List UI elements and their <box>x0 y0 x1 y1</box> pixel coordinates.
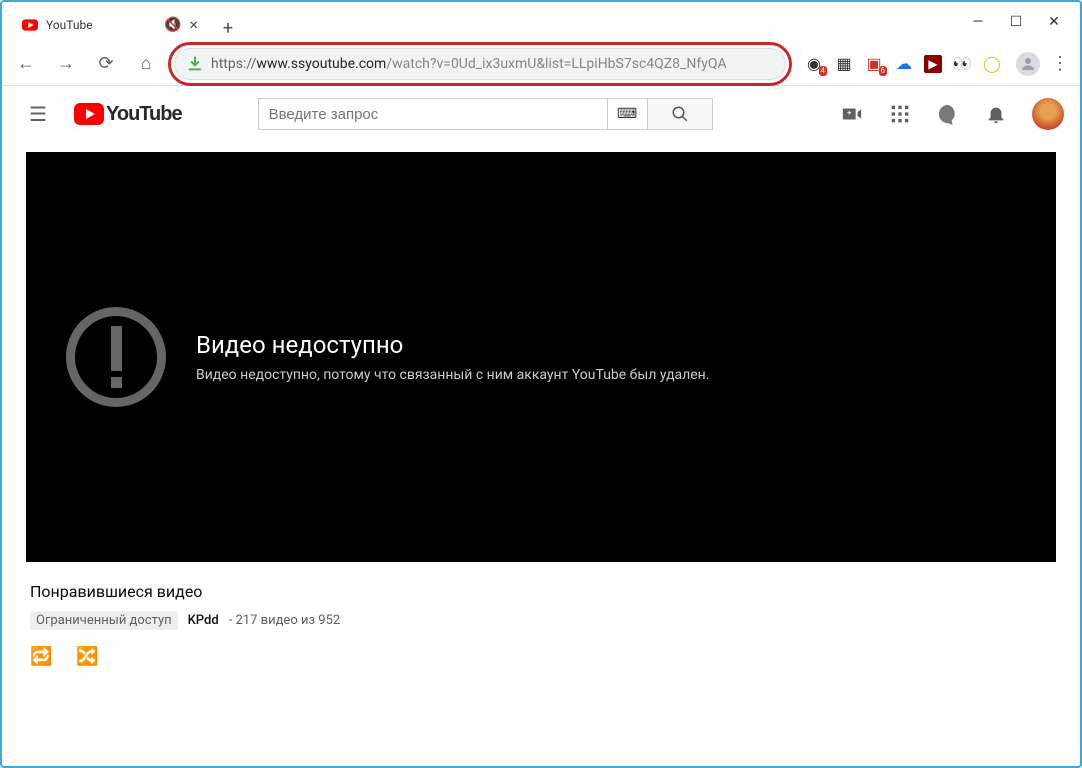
youtube-logo-text: YouTube <box>106 103 182 126</box>
search-form: ⌨ <box>258 98 713 130</box>
address-bar[interactable]: https://www.ssyoutube.com/watch?v=0Ud_ix… <box>174 48 786 80</box>
shuffle-icon[interactable]: 🔀 <box>76 646 98 667</box>
search-button[interactable] <box>648 98 713 130</box>
window-maximize-button[interactable]: ☐ <box>1006 12 1026 32</box>
hamburger-menu-icon[interactable]: ☰ <box>18 94 58 134</box>
extensions-row: ◉4 ▦ ▣6 ☁ ▶ 👀 ◯ <box>798 54 1008 74</box>
warning-icon <box>66 307 166 407</box>
search-input[interactable] <box>258 98 608 130</box>
mute-icon[interactable]: 🔇 <box>164 17 181 33</box>
extension-icon[interactable]: ▦ <box>834 54 854 74</box>
create-video-icon[interactable] <box>840 103 864 125</box>
tab-close-icon[interactable]: × <box>189 15 198 34</box>
window-minimize-button[interactable]: — <box>968 12 988 32</box>
browser-titlebar: YouTube 🔇 × + — ☐ ✕ <box>2 2 1080 42</box>
keyboard-icon[interactable]: ⌨ <box>608 98 648 130</box>
youtube-favicon-icon <box>22 17 38 33</box>
playlist-owner[interactable]: KPdd <box>188 613 219 628</box>
search-icon <box>671 105 689 123</box>
browser-tab[interactable]: YouTube 🔇 × <box>10 8 210 42</box>
apps-grid-icon[interactable] <box>888 104 912 124</box>
extension-icon[interactable]: 👀 <box>952 54 972 74</box>
playlist-title: Понравившиеся видео <box>30 582 1052 601</box>
error-title: Видео недоступно <box>196 331 709 359</box>
youtube-header: ☰ YouTube ⌨ <box>2 86 1080 142</box>
playlist-meta: Понравившиеся видео Ограниченный доступ … <box>26 562 1056 687</box>
error-message: Видео недоступно, потому что связанный с… <box>196 367 709 383</box>
browser-menu-button[interactable]: ⋮ <box>1048 53 1072 74</box>
download-arrow-icon <box>187 56 203 72</box>
reload-button[interactable]: ⟳ <box>90 48 122 80</box>
back-button[interactable]: ← <box>10 48 42 80</box>
extension-icon[interactable]: ▶ <box>924 55 942 73</box>
loop-icon[interactable]: 🔁 <box>30 646 52 667</box>
url-text: https://www.ssyoutube.com/watch?v=0Ud_ix… <box>211 56 727 72</box>
extension-icon[interactable]: ◯ <box>982 54 1002 74</box>
forward-button[interactable]: → <box>50 48 82 80</box>
home-button[interactable]: ⌂ <box>130 48 162 80</box>
messages-icon[interactable] <box>936 103 960 125</box>
video-player-error: Видео недоступно Видео недоступно, потом… <box>26 152 1056 562</box>
tab-title: YouTube <box>46 18 156 32</box>
youtube-logo-icon <box>74 103 104 125</box>
user-avatar[interactable] <box>1032 98 1064 130</box>
browser-toolbar: ← → ⟳ ⌂ https://www.ssyoutube.com/watch?… <box>2 42 1080 86</box>
extension-icon[interactable]: ▣6 <box>864 54 884 74</box>
notifications-bell-icon[interactable] <box>984 103 1008 125</box>
window-close-button[interactable]: ✕ <box>1044 12 1064 32</box>
extension-icon[interactable]: ◉4 <box>804 54 824 74</box>
new-tab-button[interactable]: + <box>214 14 242 42</box>
extension-icon[interactable]: ☁ <box>894 54 914 74</box>
profile-avatar-icon[interactable] <box>1016 52 1040 76</box>
access-badge: Ограниченный доступ <box>30 611 178 630</box>
playlist-count: - 217 видео из 952 <box>229 613 341 628</box>
youtube-logo[interactable]: YouTube <box>74 103 182 126</box>
